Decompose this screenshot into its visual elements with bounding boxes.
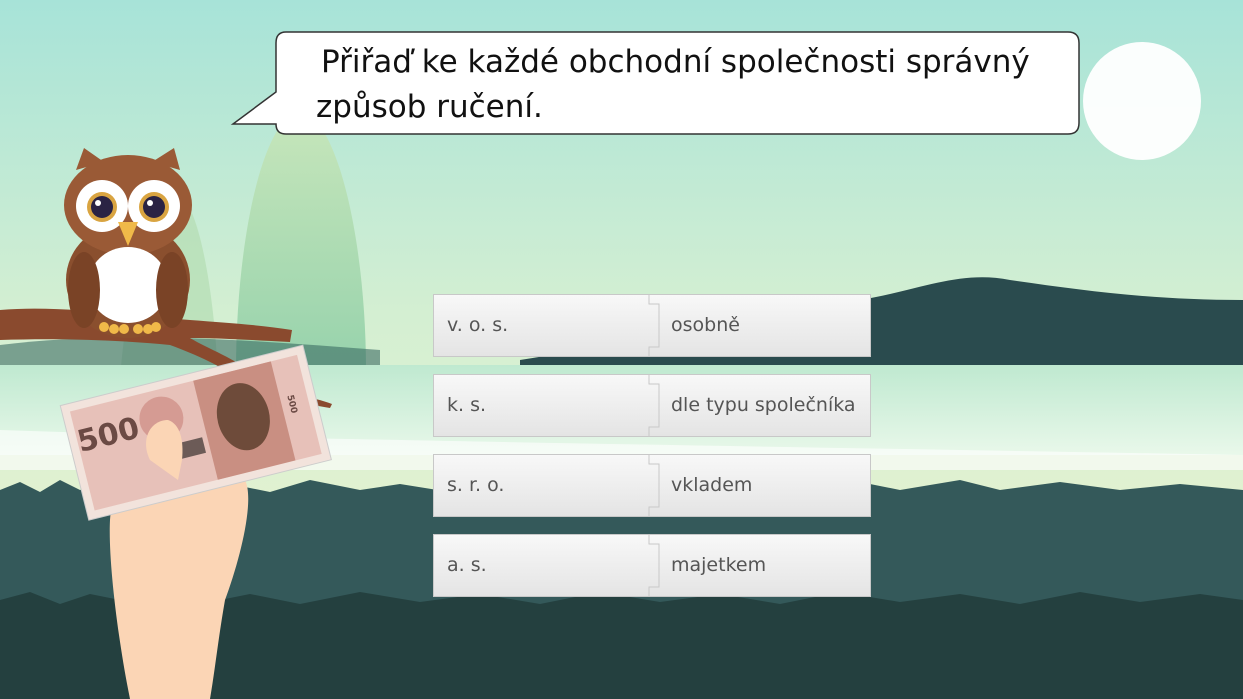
- liability-type-label[interactable]: majetkem: [671, 534, 766, 597]
- instruction-text: Přiřaď ke každé obchodní společnosti spr…: [316, 40, 1056, 130]
- instruction-line-2: způsob ručení.: [316, 89, 543, 125]
- liability-type-label[interactable]: vkladem: [671, 454, 752, 517]
- liability-type-label[interactable]: dle typu společníka: [671, 374, 856, 437]
- company-type-label[interactable]: s. r. o.: [447, 454, 504, 517]
- match-row: k. s. dle typu společníka: [433, 374, 871, 437]
- instruction-line-1: Přiřaď ke každé obchodní společnosti spr…: [321, 44, 1030, 80]
- company-type-label[interactable]: a. s.: [447, 534, 487, 597]
- match-row: v. o. s. osobně: [433, 294, 871, 357]
- owl-mascot-icon: [64, 148, 192, 338]
- liability-type-label[interactable]: osobně: [671, 294, 740, 357]
- company-type-label[interactable]: k. s.: [447, 374, 486, 437]
- sun-icon: [1083, 42, 1201, 160]
- match-row: a. s. majetkem: [433, 534, 871, 597]
- company-type-label[interactable]: v. o. s.: [447, 294, 508, 357]
- match-row: s. r. o. vkladem: [433, 454, 871, 517]
